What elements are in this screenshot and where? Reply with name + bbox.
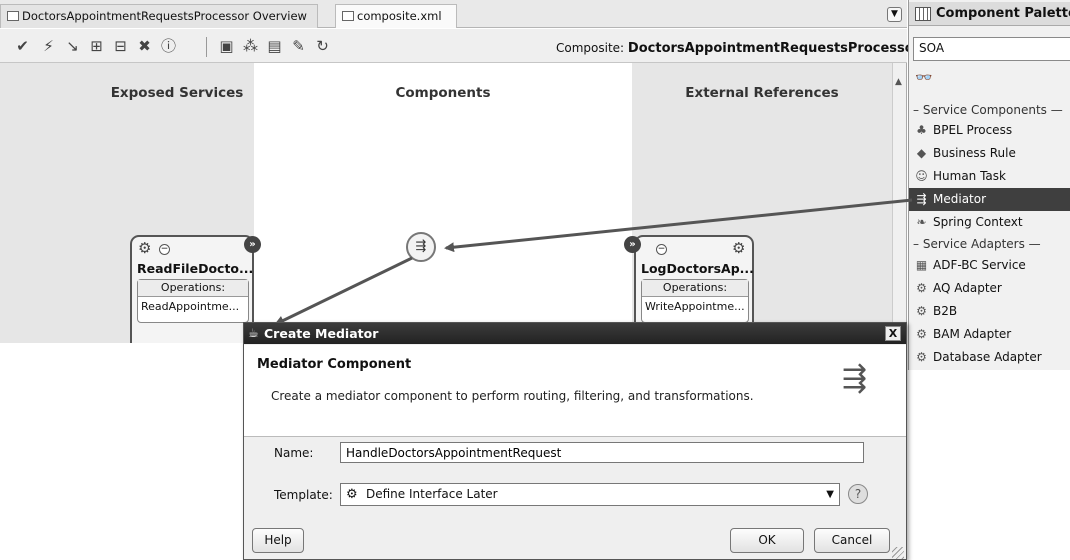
components-lane [254, 63, 632, 343]
service-name: ReadFileDocto... [137, 261, 254, 276]
help-button[interactable]: Help [252, 528, 304, 553]
spring-icon: ❧ [916, 215, 927, 229]
reference-name: LogDoctorsAp... [641, 261, 754, 276]
bam-icon: ⚙ [916, 327, 927, 341]
binoculars-search-icon[interactable]: 👓 [915, 70, 932, 86]
palette-item-business-rule[interactable]: ◆ Business Rule [909, 142, 1070, 165]
collapse-icon[interactable]: − [159, 244, 170, 255]
tab-overview[interactable]: DoctorsAppointmentRequestsProcessor Over… [0, 4, 318, 28]
service-gear-icon: ⚙ [138, 239, 152, 257]
tab-list-dropdown[interactable]: ▼ [887, 7, 902, 22]
palette-category-select[interactable]: SOA [913, 37, 1070, 61]
operations-header: Operations: [642, 280, 748, 297]
palette-item-bpel-process[interactable]: ♣ BPEL Process [909, 119, 1070, 142]
aq-icon: ⚙ [916, 281, 927, 295]
template-gear-icon: ⚙ [346, 487, 358, 502]
name-input[interactable] [340, 442, 864, 463]
palette-item-aq-adapter[interactable]: ⚙ AQ Adapter [909, 277, 1070, 300]
operations-header: Operations: [138, 280, 248, 297]
group-service-components[interactable]: – Service Components — [913, 103, 1063, 117]
reference-gear-icon: ⚙ [732, 239, 746, 257]
operations-box: Operations: WriteAppointme... [641, 279, 749, 323]
delete-icon[interactable]: ✖ [136, 38, 153, 55]
mediator-icon: ⇶ [916, 192, 927, 206]
designer-toolbar: ✔ ⚡ ↘ ⊞ ⊟ ✖ ⓘ ▣ ⁂ ▤ ✎ ↻ Composite: Docto… [0, 29, 920, 63]
chevron-down-icon[interactable]: ▼ [826, 484, 834, 505]
palette-item-spring-context[interactable]: ❧ Spring Context [909, 211, 1070, 234]
reference-port-chevron-icon[interactable]: » [624, 236, 641, 253]
wire-icon[interactable]: ↘ [64, 38, 81, 55]
rule-icon: ◆ [916, 146, 927, 160]
palette-item-database-adapter[interactable]: ⚙ Database Adapter [909, 346, 1070, 369]
layout-icon[interactable]: ▣ [218, 38, 235, 55]
composite-file-icon [342, 11, 354, 21]
name-label: Name: [274, 446, 314, 460]
human-icon: ☺ [915, 169, 928, 183]
component-palette: Component Palette SOA 👓 – Service Compon… [908, 0, 1070, 370]
add-service-icon[interactable]: ⊞ [88, 38, 105, 55]
toolbar-separator [206, 37, 207, 57]
b2b-icon: ⚙ [916, 304, 927, 318]
adf-icon: ▦ [915, 258, 928, 272]
service-port-chevron-icon[interactable]: » [244, 236, 261, 253]
palette-item-adf-bc-service[interactable]: ▦ ADF-BC Service [909, 254, 1070, 277]
dialog-header: Mediator Component Create a mediator com… [244, 345, 906, 437]
palette-icon [915, 7, 931, 21]
cancel-button[interactable]: Cancel [814, 528, 890, 553]
scroll-up-icon[interactable]: ▲ [895, 77, 902, 87]
mediator-node[interactable]: ⇶ [406, 232, 436, 262]
test-icon[interactable]: ▤ [266, 38, 283, 55]
composite-name: DoctorsAppointmentRequestsProcessor [627, 41, 921, 56]
resize-grip[interactable] [892, 547, 904, 559]
template-label: Template: [274, 488, 333, 502]
tree-icon[interactable]: ⁂ [242, 38, 259, 55]
template-select[interactable]: ⚙ Define Interface Later ▼ [340, 483, 840, 506]
dialog-title: Create Mediator [264, 326, 379, 341]
db-icon: ⚙ [916, 350, 927, 364]
lane-title-components: Components [395, 85, 491, 101]
create-mediator-dialog: ☕ Create Mediator X Mediator Component C… [243, 322, 907, 560]
edit-icon[interactable]: ✎ [290, 38, 307, 55]
group-service-adapters[interactable]: – Service Adapters — [913, 237, 1041, 251]
palette-item-b2b[interactable]: ⚙ B2B [909, 300, 1070, 323]
mediator-icon: ⇶ [415, 239, 427, 254]
operations-box: Operations: ReadAppointme... [137, 279, 249, 323]
editor-tab-bar: DoctorsAppointmentRequestsProcessor Over… [0, 0, 907, 28]
composite-title: Composite: DoctorsAppointmentRequestsPro… [556, 41, 921, 56]
palette-item-mediator[interactable]: ⇶ Mediator [909, 188, 1070, 211]
operation-item[interactable]: ReadAppointme... [138, 297, 248, 316]
bpel-icon: ♣ [916, 123, 927, 137]
tab-composite-xml[interactable]: composite.xml [335, 4, 457, 28]
palette-item-human-task[interactable]: ☺ Human Task [909, 165, 1070, 188]
lane-title-external: External References [685, 85, 839, 101]
dialog-title-bar[interactable]: ☕ Create Mediator [244, 323, 906, 344]
dialog-close-button[interactable]: X [885, 326, 901, 341]
template-help-icon[interactable]: ? [848, 484, 868, 504]
mediator-large-icon: ⇶ [842, 361, 868, 396]
dialog-heading: Mediator Component [257, 357, 412, 372]
palette-item-bam-adapter[interactable]: ⚙ BAM Adapter [909, 323, 1070, 346]
exposed-service-node[interactable]: ⚙ − ReadFileDocto... Operations: ReadApp… [130, 235, 254, 343]
operation-item[interactable]: WriteAppointme... [642, 297, 748, 316]
dialog-app-icon: ☕ [248, 326, 259, 340]
ok-button[interactable]: OK [730, 528, 804, 553]
run-icon[interactable]: ↻ [314, 38, 331, 55]
deploy-icon[interactable]: ⚡ [40, 38, 57, 55]
dialog-description: Create a mediator component to perform r… [271, 389, 754, 403]
info-icon[interactable]: ⓘ [160, 38, 177, 55]
palette-header: Component Palette [909, 2, 1070, 26]
palette-title: Component Palette [936, 6, 1070, 21]
overview-icon [7, 11, 19, 21]
composite-canvas[interactable]: Exposed Services Components External Ref… [0, 63, 907, 343]
add-reference-icon[interactable]: ⊟ [112, 38, 129, 55]
validate-icon[interactable]: ✔ [14, 38, 31, 55]
canvas-vertical-scrollbar[interactable] [892, 63, 906, 343]
lane-title-exposed: Exposed Services [110, 85, 244, 101]
collapse-icon[interactable]: − [656, 244, 667, 255]
